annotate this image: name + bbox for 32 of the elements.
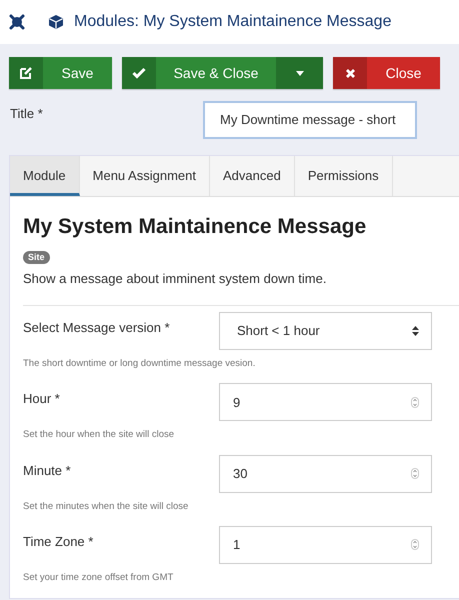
page-title: Modules: My System Maintainence Message	[74, 12, 392, 32]
field-label: Select Message version *	[23, 319, 171, 337]
site-badge: Site	[23, 250, 50, 264]
edit-icon	[19, 66, 33, 80]
number-field[interactable]: 1	[219, 526, 432, 564]
help-text: Set the minutes when the site will close	[23, 500, 190, 514]
tab[interactable]: Module	[10, 156, 80, 196]
select-field[interactable]: Short < 1 hour	[219, 312, 432, 350]
field-label: Hour *	[23, 390, 61, 408]
close-icon	[344, 68, 356, 78]
field-label: Time Zone *	[23, 532, 94, 551]
spinner-icon	[411, 468, 419, 479]
module-heading: My System Maintainence Message	[23, 214, 368, 240]
cube-icon	[48, 14, 64, 30]
caret-icon	[296, 70, 304, 76]
sort-icon	[412, 326, 419, 336]
check-icon	[132, 67, 146, 79]
field-label: Title *	[10, 105, 44, 123]
number-field[interactable]: 30	[219, 454, 432, 492]
field-label: Minute *	[23, 462, 72, 480]
spinner-icon	[411, 539, 419, 550]
help-text: The short downtime or long downtime message vesion.	[23, 357, 256, 371]
spinner-icon	[411, 396, 419, 408]
save-close-button[interactable]: Save & Close	[122, 57, 276, 89]
logo-icon[interactable]	[8, 13, 26, 31]
close-button[interactable]: Close	[333, 57, 440, 89]
number-field[interactable]: 9	[219, 383, 432, 422]
save-button[interactable]: Save	[9, 57, 112, 89]
help-text: Set the hour when the site will close	[23, 428, 176, 442]
help-text: Set your time zone offset from GMT	[23, 570, 174, 585]
title-field[interactable]: My Downtime message - short	[203, 101, 417, 139]
module-description: Show a message about imminent system down time.	[23, 270, 328, 288]
